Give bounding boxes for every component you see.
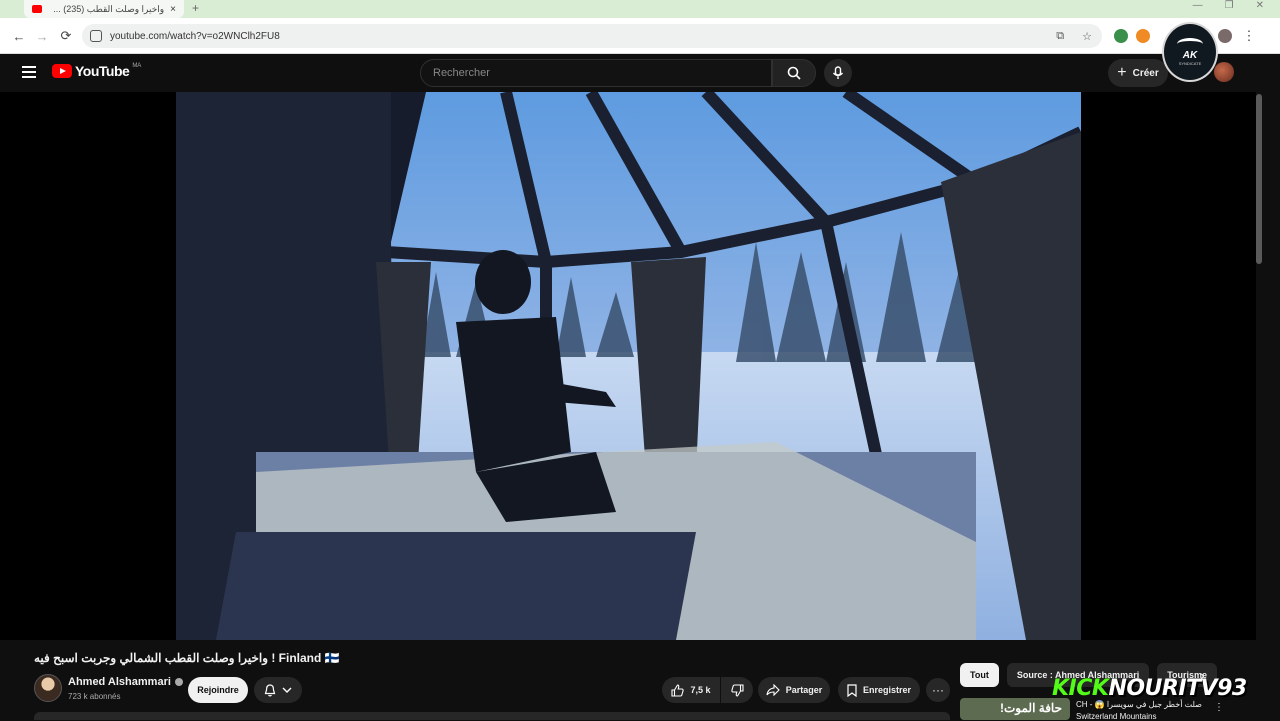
create-button[interactable]: + Créer	[1108, 59, 1168, 87]
thumbs-down-icon	[730, 683, 744, 697]
reload-button[interactable]: ⟳	[57, 27, 75, 45]
url-text[interactable]: youtube.com/watch?v=o2WNClh2FU8	[110, 31, 1048, 42]
video-scene-image	[176, 92, 1081, 640]
channel-avatar[interactable]	[34, 674, 62, 702]
voice-search-button[interactable]	[824, 59, 852, 87]
browser-menu-icon[interactable]: ⋮	[1240, 27, 1258, 45]
more-actions-button[interactable]: ···	[926, 678, 950, 702]
bell-icon	[264, 683, 276, 696]
extension-orange-icon[interactable]	[1136, 29, 1150, 43]
subscriber-count: 723 k abonnés	[68, 692, 121, 701]
youtube-favicon-icon	[32, 5, 42, 13]
account-avatar[interactable]	[1214, 62, 1234, 82]
logo-text: YouTube	[75, 63, 130, 79]
thumbs-up-icon	[671, 683, 685, 697]
channel-name-text[interactable]: Ahmed Alshammari	[68, 676, 171, 688]
back-button[interactable]: ←	[10, 27, 28, 45]
ak-syndicate-logo: AK SYNDICATE	[1162, 22, 1218, 82]
browser-toolbar: ← → ⟳ youtube.com/watch?v=o2WNClh2FU8 ⧉ …	[0, 18, 1280, 54]
search-placeholder: Rechercher	[433, 67, 490, 79]
dislike-button[interactable]	[721, 677, 753, 703]
bookmark-star-icon[interactable]: ☆	[1082, 30, 1092, 43]
ak-logo-subtext: SYNDICATE	[1178, 61, 1202, 66]
chevron-down-icon	[282, 687, 292, 693]
chip-all[interactable]: Tout	[960, 663, 999, 687]
thumbnail-caption: حافة الموت!	[1000, 701, 1062, 715]
like-button[interactable]: 7,5 k	[662, 677, 720, 703]
recommendation-menu-icon[interactable]: ⋮	[1214, 702, 1224, 713]
forward-button[interactable]: →	[33, 27, 51, 45]
country-code: MA	[132, 63, 142, 69]
tab-close-icon[interactable]: ×	[170, 4, 176, 15]
video-frame[interactable]	[176, 92, 1081, 640]
share-button[interactable]: Partager	[758, 677, 830, 703]
microphone-icon	[832, 66, 844, 79]
streamer-name: NOURITV93	[1108, 676, 1247, 701]
youtube-logo[interactable]: YouTube MA	[52, 63, 141, 79]
browser-tab[interactable]: واخيرا وصلت القطب (235) ... ×	[24, 0, 184, 18]
extension-calendar-icon[interactable]	[1114, 29, 1128, 43]
bookmark-icon	[847, 683, 857, 697]
search-input[interactable]: Rechercher	[420, 59, 772, 87]
site-info-icon[interactable]	[90, 30, 102, 42]
verified-check-icon	[174, 678, 183, 687]
search-icon	[787, 66, 801, 80]
youtube-header: YouTube MA Rechercher + Créer	[0, 54, 1256, 92]
youtube-play-icon	[52, 64, 72, 78]
tab-title: واخيرا وصلت القطب (235) ...	[53, 3, 165, 14]
create-label: Créer	[1132, 67, 1159, 79]
menu-icon[interactable]	[22, 66, 36, 78]
kick-stream-watermark: KICKNOURITV93	[1052, 676, 1247, 701]
share-arrow-icon	[766, 684, 780, 696]
save-label: Enregistrer	[862, 685, 912, 695]
ak-logo-text: AK	[1182, 50, 1198, 61]
phoenix-wings-icon	[1177, 38, 1203, 50]
description-box[interactable]	[34, 712, 950, 720]
save-button[interactable]: Enregistrer	[838, 677, 920, 703]
channel-name[interactable]: Ahmed Alshammari	[68, 676, 183, 688]
recommended-video-thumbnail[interactable]: حافة الموت!	[960, 698, 1070, 720]
like-count: 7,5 k	[690, 685, 711, 695]
minimize-button[interactable]: —	[1193, 0, 1203, 11]
join-button[interactable]: Rejoindre	[188, 677, 248, 703]
new-tab-button[interactable]: +	[192, 1, 199, 15]
address-bar[interactable]: youtube.com/watch?v=o2WNClh2FU8 ⧉ ☆	[82, 24, 1102, 48]
share-label: Partager	[785, 685, 823, 695]
recommended-video-title[interactable]: صلت أخطر جبل في سويسرا 😱 - CH	[1076, 700, 1202, 709]
close-window-button[interactable]: ✕	[1256, 0, 1264, 11]
window-controls: — ❐ ✕	[1193, 0, 1264, 11]
profile-icon[interactable]	[1218, 29, 1232, 43]
plus-icon: +	[1117, 64, 1127, 81]
video-player[interactable]	[0, 92, 1256, 640]
video-title: واخيرا وصلت القطب الشمالي وجربت اسبح فيه…	[34, 651, 340, 665]
subscribed-bell-button[interactable]	[254, 677, 302, 703]
kick-logo-text: KICK	[1052, 676, 1109, 701]
browser-tab-bar: واخيرا وصلت القطب (235) ... × + — ❐ ✕	[0, 0, 1280, 18]
scrollbar-thumb[interactable]	[1256, 94, 1262, 264]
install-app-icon[interactable]: ⧉	[1056, 30, 1064, 43]
maximize-button[interactable]: ❐	[1225, 0, 1234, 11]
search-button[interactable]	[772, 59, 816, 87]
